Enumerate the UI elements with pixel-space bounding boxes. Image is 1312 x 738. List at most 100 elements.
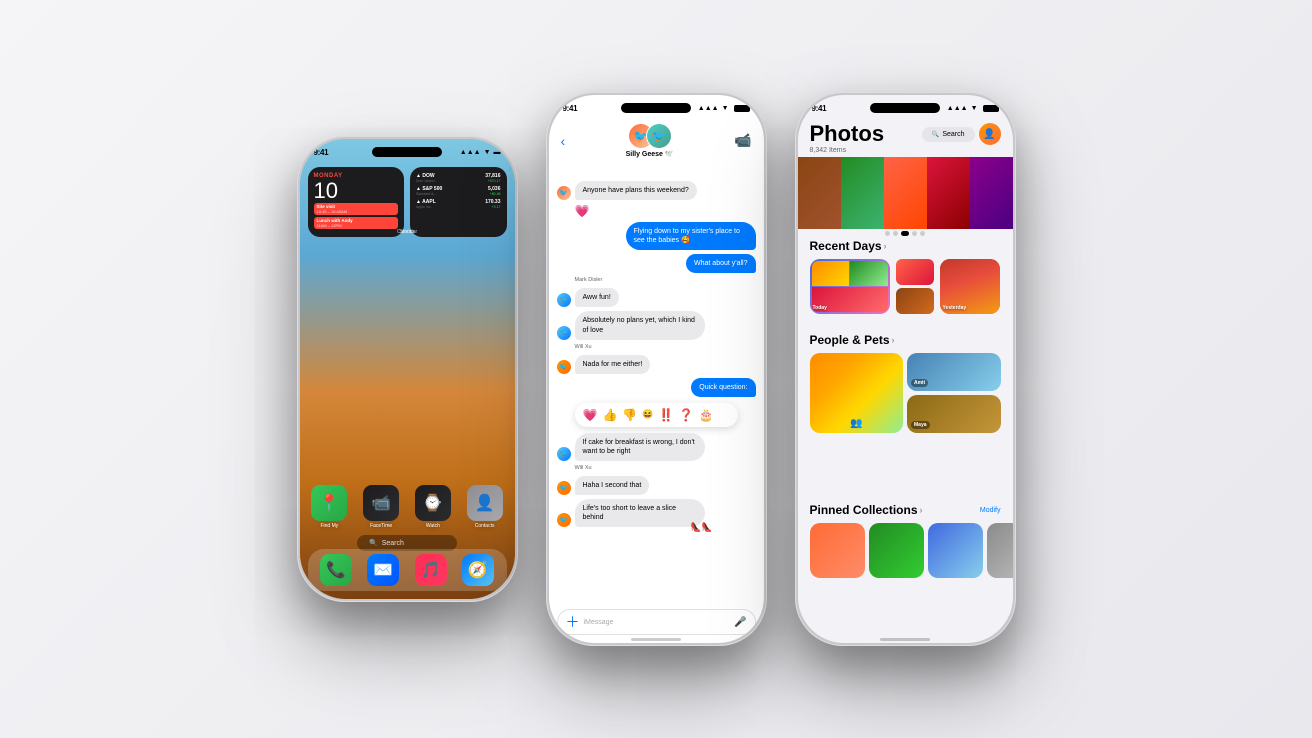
tap-haha[interactable]: 😆 xyxy=(642,409,653,420)
people-section: People & Pets › 👥 Amit xyxy=(798,333,1013,439)
people-header[interactable]: People & Pets › xyxy=(798,333,1013,347)
dot-indicators xyxy=(798,231,1013,236)
modify-button[interactable]: Modify xyxy=(980,507,1001,514)
recent-days-label: Recent Days xyxy=(810,239,882,253)
pinned-card-4[interactable] xyxy=(987,523,1013,578)
dot-2 xyxy=(893,231,898,236)
maya-card[interactable]: Maya xyxy=(907,395,1001,433)
tap-cake[interactable]: 🎂 xyxy=(698,408,713,422)
home-indicator-3 xyxy=(880,638,930,641)
recent-days-grid: Today Yesterday xyxy=(798,253,1013,320)
battery-icon: ▬ xyxy=(494,149,501,156)
amit-card[interactable]: Amit xyxy=(907,353,1001,391)
msg-row-will3: 🐦 Life's too short to leave a slice behi… xyxy=(557,499,756,527)
photos-avatar[interactable]: 👤 xyxy=(979,123,1001,145)
bubble-cake1: If cake for breakfast is wrong, I don't … xyxy=(575,433,705,461)
calendar-widget[interactable]: MONDAY 10 Site visit 10:15 – 10:45AM Lun… xyxy=(308,167,405,237)
pinned-label: Pinned Collections xyxy=(810,503,918,517)
bubble-sent-2: What about y'all? xyxy=(686,254,755,273)
sender-avatar-will3: 🐦 xyxy=(557,513,571,527)
photos-title-group: Photos xyxy=(810,123,885,145)
photos-header: Photos 🔍 Search 👤 xyxy=(798,117,1013,151)
facetime-icon: 📹 xyxy=(371,493,391,513)
pinned-card-2[interactable] xyxy=(869,523,924,578)
mic-icon[interactable]: 🎤 xyxy=(734,617,746,628)
wifi-icon-3: ▼ xyxy=(971,105,978,112)
phone-icon: 📞 xyxy=(326,560,346,580)
pinned-card-1[interactable] xyxy=(810,523,865,578)
app-contacts[interactable]: 👤 Contacts xyxy=(463,485,507,529)
mail-icon: ✉️ xyxy=(373,560,393,580)
wifi-icon: ▼ xyxy=(484,149,491,156)
status-icons-3: ▲▲▲ ▼ xyxy=(947,105,999,112)
bubble-sent-1: Flying down to my sister's place to see … xyxy=(626,222,756,250)
tap-thumbsup[interactable]: 👍 xyxy=(602,408,617,422)
bubble-1: Anyone have plans this weekend? xyxy=(575,181,697,200)
stock-sp500: ▲ S&P 500 Standard &... 5,036 +80.48 xyxy=(416,186,501,196)
avatar-2: 🐦 xyxy=(646,123,672,149)
battery-icon-3 xyxy=(983,105,999,112)
sender-will: Will Xu xyxy=(575,344,756,350)
pinned-title[interactable]: Pinned Collections › xyxy=(810,503,923,517)
tap-question[interactable]: ❓ xyxy=(679,408,694,422)
safari-icon: 🧭 xyxy=(468,560,488,580)
search-icon: 🔍 xyxy=(369,539,378,547)
video-call-button[interactable]: 📹 xyxy=(734,132,751,149)
contacts-label: Contacts xyxy=(475,523,495,529)
tapback-bar: 💗 👍 👎 😆 ‼️ ❓ 🎂 xyxy=(575,403,738,427)
msg-row-sent-3: Quick question: xyxy=(557,378,756,397)
imessage-placeholder: iMessage xyxy=(584,619,731,626)
dynamic-island-1 xyxy=(372,147,442,157)
search-label-photos: Search xyxy=(942,131,964,138)
app-grid: 📍 Find My 📹 FaceTime ⌚ Wa xyxy=(308,485,507,529)
dock-mail[interactable]: ✉️ xyxy=(367,554,399,586)
photos-search-btn[interactable]: 🔍 Search xyxy=(922,127,975,142)
today-card[interactable]: Today xyxy=(810,259,890,314)
stocks-widget[interactable]: ▲ DOW Dow Jones I. 37,816 +570.17 ▲ S&P … xyxy=(410,167,507,237)
messages-header: ‹ 🐦 🐦 Silly Geese 🕊️ 📹 xyxy=(549,117,764,164)
contact-area: 🐦 🐦 Silly Geese 🕊️ xyxy=(626,123,674,158)
pinned-card-3[interactable] xyxy=(928,523,983,578)
back-button[interactable]: ‹ xyxy=(561,133,566,149)
msg-row-cake1: 🐦 If cake for breakfast is wrong, I don'… xyxy=(557,433,756,461)
pinned-strip xyxy=(798,517,1013,584)
group-photo-card[interactable]: 👥 xyxy=(810,353,904,433)
app-findmy[interactable]: 📍 Find My xyxy=(308,485,352,529)
tap-thumbsdown[interactable]: 👎 xyxy=(622,408,637,422)
status-time-3: 9:41 xyxy=(812,104,827,113)
dot-1 xyxy=(885,231,890,236)
bubble-will1: Nada for me either! xyxy=(575,355,651,374)
cal-date: 10 xyxy=(314,180,399,202)
dock-music[interactable]: 🎵 xyxy=(415,554,447,586)
status-icons-2: ▲▲▲ ▼ xyxy=(698,105,750,112)
people-label: People & Pets xyxy=(810,333,890,347)
tap-exclaim[interactable]: ‼️ xyxy=(659,408,674,422)
scene: 9:41 ▲▲▲ ▼ ▬ MONDAY 10 Site visit xyxy=(0,0,1312,738)
plus-icon[interactable]: ＋ xyxy=(566,612,580,632)
dock-safari[interactable]: 🧭 xyxy=(462,554,494,586)
home-indicator-2 xyxy=(631,638,681,641)
tap-heart[interactable]: 💗 xyxy=(583,408,598,422)
app-watch[interactable]: ⌚ Watch xyxy=(411,485,455,529)
people-chevron: › xyxy=(892,335,895,345)
imessage-input-bar[interactable]: ＋ iMessage 🎤 xyxy=(557,609,756,635)
search-pill-label: Search xyxy=(382,540,404,547)
status-time-1: 9:41 xyxy=(314,148,329,157)
yesterday-label: Yesterday xyxy=(943,305,967,311)
sender-avatar-cake: 🐦 xyxy=(557,447,571,461)
stock-aapl: ▲ AAPL Apple Inc. 170.33 +3.17 xyxy=(416,199,501,209)
photos-title: Photos xyxy=(810,123,885,145)
small-card-1[interactable] xyxy=(896,259,934,285)
yesterday-card[interactable]: Yesterday xyxy=(940,259,1000,314)
signal-icon-2: ▲▲▲ xyxy=(698,105,719,112)
recent-days-header[interactable]: Recent Days › xyxy=(798,239,1013,253)
stocks-label: Stocks xyxy=(308,229,507,237)
small-card-2[interactable] xyxy=(896,288,934,314)
app-facetime[interactable]: 📹 FaceTime xyxy=(359,485,403,529)
photos-count: 8,342 Items xyxy=(798,147,859,154)
dock-phone[interactable]: 📞 xyxy=(320,554,352,586)
hero-img-2 xyxy=(841,157,884,229)
sender-mark: Mark Disler xyxy=(575,277,756,283)
stock-dow: ▲ DOW Dow Jones I. 37,816 +570.17 xyxy=(416,173,501,183)
today-card-group: Today xyxy=(810,259,890,314)
